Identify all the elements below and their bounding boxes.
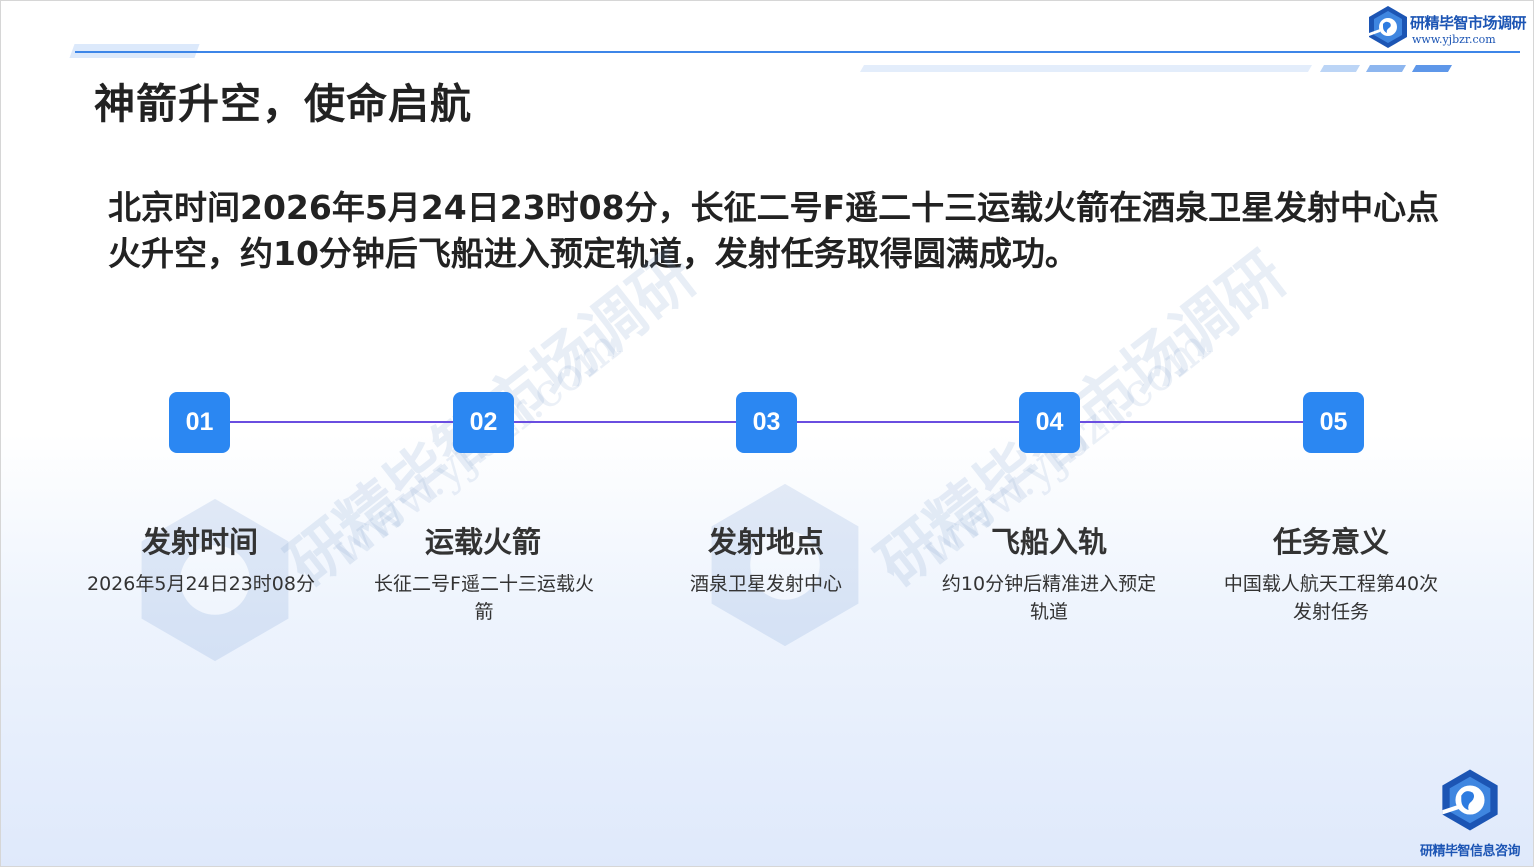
timeline-node-3: 03: [736, 392, 797, 453]
header-stripe: [1365, 65, 1407, 72]
header-stripe: [1411, 65, 1453, 72]
step-title-4: 飞船入轨: [990, 525, 1107, 559]
brand-logo-top: 研精毕智市场调研 www.yjbzr.com: [1364, 2, 1527, 54]
intro-paragraph: 北京时间2026年5月24日23时08分，长征二号F遥二十三运载火箭在酒泉卫星发…: [108, 188, 1440, 273]
timeline-node-1: 01: [169, 392, 230, 453]
brand-url: www.yjbzr.com: [1412, 33, 1496, 46]
globe-hexagon-icon: [1442, 769, 1498, 831]
brand-name-bottom: 研精毕智信息咨询: [1419, 844, 1521, 859]
step-title-3: 发射地点: [707, 525, 824, 559]
step-desc-5: 中国载人航天工程第40次发射任务: [1223, 573, 1439, 623]
timeline-node-4: 04: [1019, 392, 1080, 453]
step-title-5: 任务意义: [1272, 525, 1389, 559]
step-title-2: 运载火箭: [424, 525, 541, 559]
timeline-node-2: 02: [453, 392, 514, 453]
header-stripe: [859, 65, 1313, 72]
step-desc-2: 长征二号F遥二十三运载火箭: [374, 573, 594, 623]
step-desc-3: 酒泉卫星发射中心: [689, 573, 842, 595]
timeline-node-5: 05: [1303, 392, 1364, 453]
step-title-1: 发射时间: [141, 525, 258, 559]
header-stripe: [1319, 65, 1361, 72]
watermark-hexagon-icon: [711, 483, 859, 647]
brand-logo-bottom: 研精毕智信息咨询: [1414, 767, 1526, 862]
header-divider: [75, 51, 1520, 53]
step-desc-4: 约10分钟后精准进入预定轨道: [941, 573, 1157, 623]
page-title: 神箭升空，使命启航: [94, 80, 472, 128]
globe-hexagon-icon: [1369, 6, 1407, 48]
brand-name: 研精毕智市场调研: [1410, 14, 1527, 32]
step-desc-1: 2026年5月24日23时08分: [87, 573, 315, 595]
